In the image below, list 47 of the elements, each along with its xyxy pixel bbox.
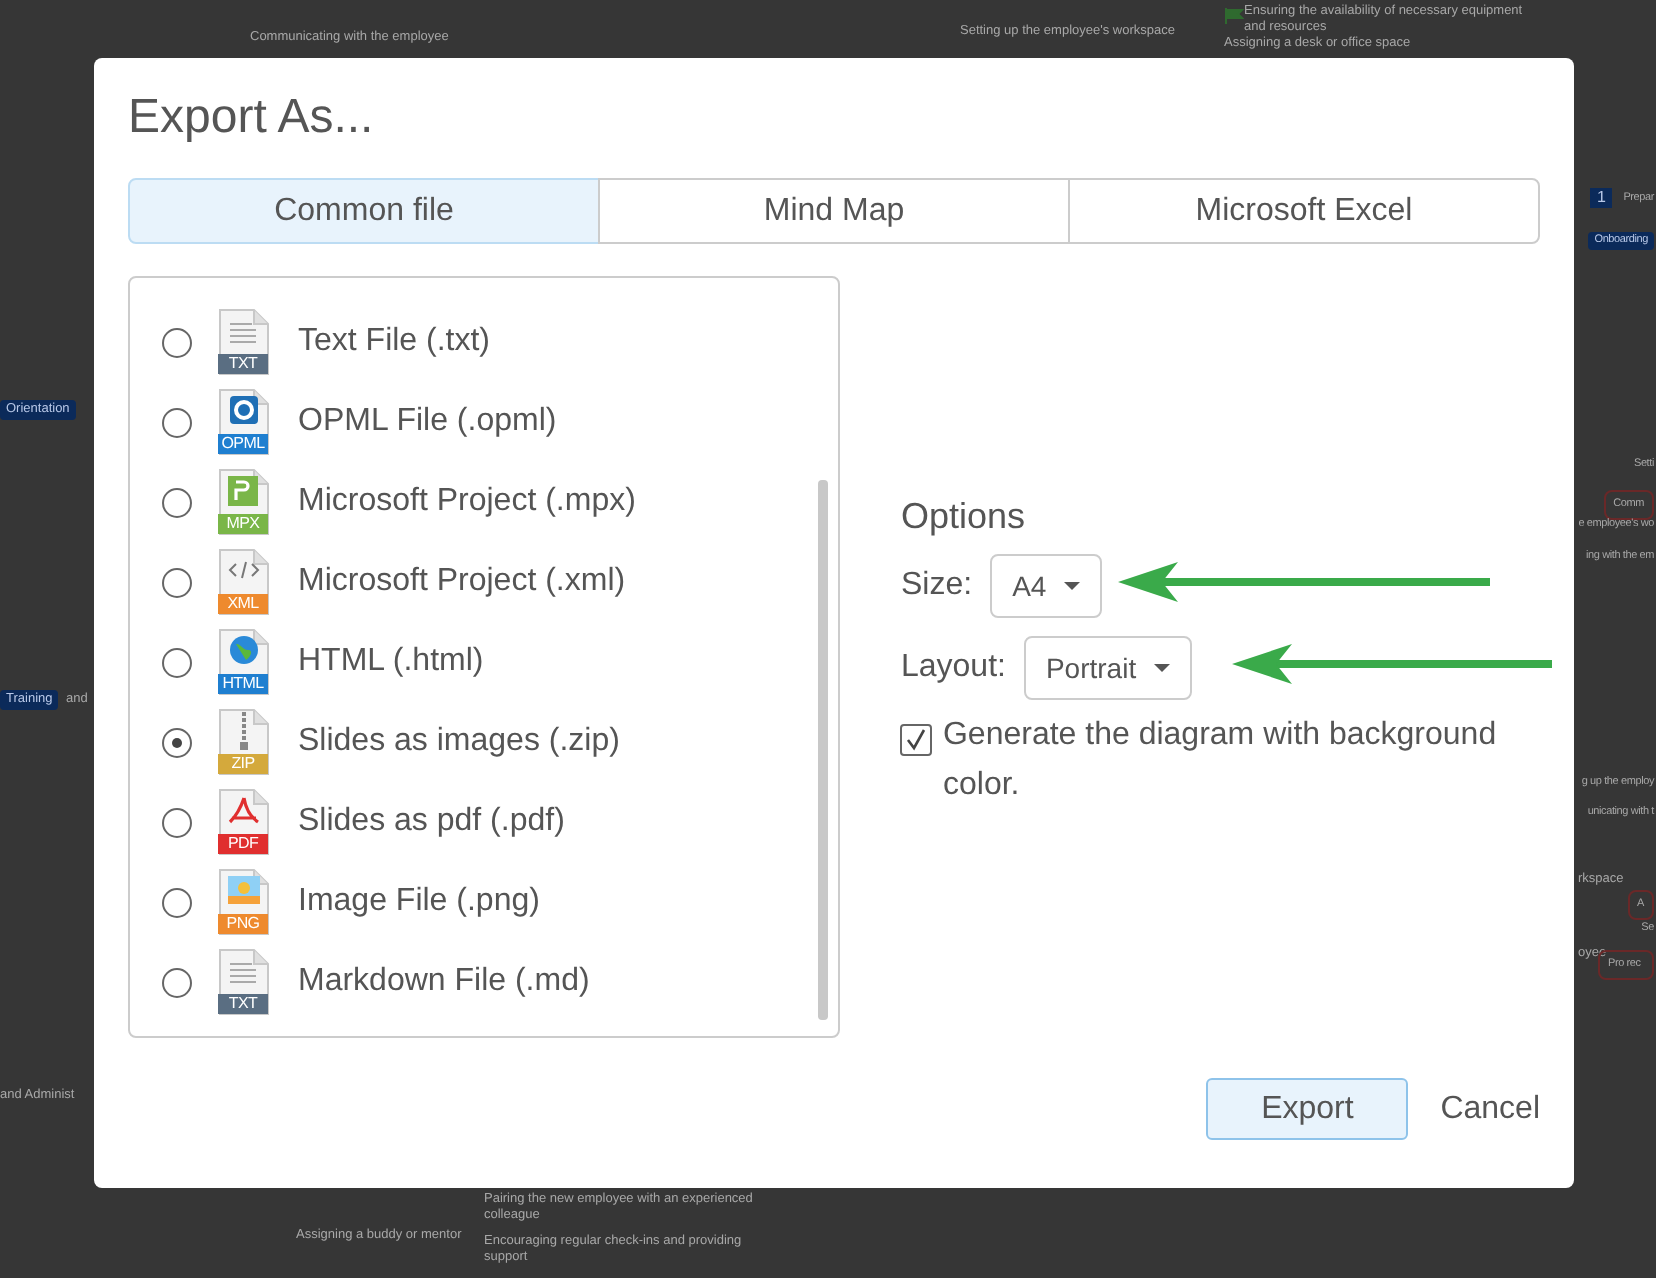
checkbox-label: Generate the diagram with background color. [942, 716, 1499, 806]
tab[interactable]: Mind Map [598, 178, 1070, 244]
radio-button[interactable] [162, 407, 192, 437]
radio-button[interactable] [162, 967, 192, 997]
scrollbar[interactable] [818, 480, 828, 1020]
radio-button[interactable] [162, 727, 192, 757]
cancel-button[interactable]: Cancel [1440, 1091, 1540, 1127]
arrow-icon [1118, 562, 1490, 602]
radio-button[interactable] [162, 647, 192, 677]
format-label[interactable]: Microsoft Project (.xml) [298, 564, 626, 600]
options-heading: Options [900, 496, 1028, 538]
format-label[interactable]: Slides as pdf (.pdf) [298, 804, 565, 840]
radio-button[interactable] [162, 567, 192, 597]
format-label[interactable]: Slides as images (.zip) [298, 724, 620, 760]
file-type-label: MPX [218, 514, 268, 534]
dialog-title: Export As... [128, 90, 376, 148]
format-label[interactable]: Markdown File (.md) [298, 964, 590, 1000]
file-type-label: HTML [218, 674, 268, 694]
tab[interactable]: Microsoft Excel [1068, 178, 1540, 244]
file-type-label: OPML [218, 434, 268, 454]
layout-label: Layout: [900, 650, 1006, 686]
file-type-label: TXT [218, 354, 268, 374]
radio-button[interactable] [162, 807, 192, 837]
format-label[interactable]: Text File (.txt) [298, 324, 491, 360]
arrow-icon [1232, 644, 1552, 684]
file-type-label: PDF [218, 834, 268, 854]
export-button[interactable]: Export [1206, 1078, 1409, 1140]
format-label[interactable]: HTML (.html) [298, 644, 484, 680]
file-type-label: ZIP [218, 754, 268, 774]
file-type-label: XML [218, 594, 268, 614]
map-number-badge: 1 [1590, 188, 1612, 208]
tab[interactable]: Common file [128, 178, 600, 244]
radio-button[interactable] [162, 487, 192, 517]
radio-button[interactable] [162, 887, 192, 917]
caret-icon [1154, 664, 1171, 672]
radio-button[interactable] [162, 327, 192, 357]
file-type-label: PNG [218, 914, 268, 934]
file-type-label: TXT [218, 994, 268, 1014]
format-label[interactable]: Image File (.png) [298, 884, 540, 920]
format-label[interactable]: Microsoft Project (.mpx) [298, 484, 636, 520]
caret-icon [1064, 582, 1081, 590]
layout-dropdown[interactable]: Portrait [1023, 636, 1193, 700]
size-dropdown[interactable]: A4 [990, 554, 1103, 618]
format-label[interactable]: OPML File (.opml) [298, 404, 557, 440]
size-label: Size: [900, 568, 973, 604]
checkbox[interactable] [900, 724, 933, 756]
flag-icon [1224, 8, 1244, 24]
